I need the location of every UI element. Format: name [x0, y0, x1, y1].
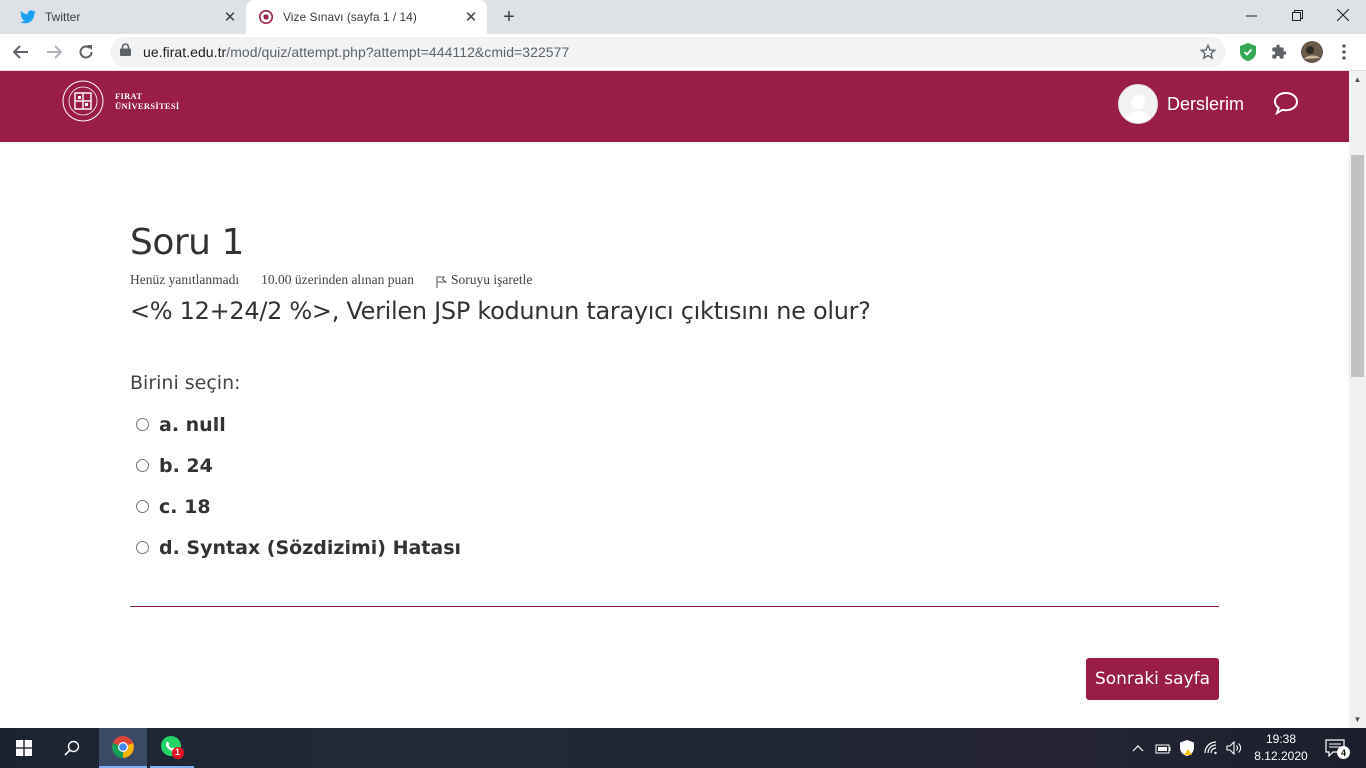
profile-avatar-icon[interactable]	[1300, 40, 1324, 64]
answer-option-c[interactable]: c. 18	[136, 486, 461, 527]
logo-line-2: ÜNİVERSİTESİ	[115, 101, 180, 111]
restore-icon[interactable]	[1274, 0, 1320, 30]
answer-options: a. null b. 24 c. 18 d. Syntax (Sözdizimi…	[136, 404, 461, 568]
flag-icon	[436, 276, 448, 288]
whatsapp-badge: 1	[175, 747, 181, 757]
address-bar[interactable]: ue.firat.edu.tr/mod/quiz/attempt.php?att…	[110, 37, 1226, 67]
flag-question-button[interactable]: Soruyu işaretle	[436, 272, 554, 288]
tab-quiz[interactable]: Vize Sınavı (sayfa 1 / 14) ✕	[246, 0, 487, 34]
close-window-icon[interactable]	[1320, 0, 1366, 30]
site-header: FIRAT ÜNİVERSİTESİ Derslerim	[0, 71, 1349, 142]
answer-label[interactable]: b. 24	[159, 455, 213, 477]
url-host: ue.firat.edu.tr	[143, 44, 227, 60]
tab-title: Twitter	[45, 10, 81, 24]
url-path: /mod/quiz/attempt.php?attempt=444112&cmi…	[226, 44, 570, 60]
university-seal-icon	[62, 80, 104, 122]
clock-date: 8.12.2020	[1254, 749, 1308, 763]
reload-icon[interactable]	[73, 39, 99, 65]
show-hidden-icons-icon[interactable]	[1130, 728, 1146, 768]
answer-label[interactable]: d. Syntax (Sözdizimi) Hatası	[159, 537, 461, 559]
user-menu[interactable]: Derslerim	[1117, 84, 1244, 124]
question-text: <% 12+24/2 %>, Verilen JSP kodunun taray…	[130, 297, 871, 325]
browser-tab-strip: Twitter ✕ Vize Sınavı (sayfa 1 / 14) ✕ +	[0, 0, 1366, 34]
answer-option-d[interactable]: d. Syntax (Sözdizimi) Hatası	[136, 527, 461, 568]
whatsapp-taskbar-icon[interactable]: 1	[150, 728, 194, 768]
twitter-icon	[20, 9, 36, 25]
scrollbar-thumb[interactable]	[1351, 155, 1364, 377]
tab-twitter[interactable]: Twitter ✕	[8, 0, 246, 34]
system-clock[interactable]: 19:38 8.12.2020	[1246, 731, 1316, 765]
menu-kebab-icon[interactable]	[1332, 40, 1356, 64]
quiz-content: Soru 1 Henüz yanıtlanmadı 10.00 üzerinde…	[130, 142, 1219, 728]
bookmark-star-icon[interactable]	[1199, 43, 1217, 65]
wifi-icon[interactable]	[1202, 728, 1222, 768]
radio-button[interactable]	[136, 418, 149, 431]
scroll-down-arrow-icon[interactable]: ▼	[1349, 711, 1366, 728]
my-courses-link[interactable]: Derslerim	[1167, 94, 1244, 115]
chrome-taskbar-icon[interactable]	[99, 728, 147, 768]
minimize-icon[interactable]	[1228, 0, 1274, 30]
answer-label[interactable]: a. null	[159, 414, 226, 436]
notification-count: 4	[1337, 746, 1350, 759]
windows-start-icon[interactable]	[0, 728, 48, 768]
question-status: Henüz yanıtlanmadı	[130, 272, 240, 287]
logo-line-1: FIRAT	[115, 91, 143, 101]
forward-icon[interactable]	[41, 39, 67, 65]
radio-button[interactable]	[136, 500, 149, 513]
chat-bubble-icon[interactable]	[1273, 91, 1299, 116]
windows-taskbar: 1 19:38 8.12.2020 4	[0, 728, 1366, 768]
new-tab-icon[interactable]: +	[498, 6, 520, 28]
question-info: Henüz yanıtlanmadı 10.00 üzerinden alına…	[130, 272, 576, 288]
next-page-button[interactable]: Sonraki sayfa	[1086, 658, 1219, 700]
moodle-icon	[258, 9, 274, 25]
search-icon[interactable]	[48, 728, 96, 768]
university-logo[interactable]: FIRAT ÜNİVERSİTESİ	[61, 79, 180, 123]
clock-time: 19:38	[1265, 732, 1297, 746]
avatar[interactable]	[1117, 84, 1158, 124]
tab-title: Vize Sınavı (sayfa 1 / 14)	[283, 10, 417, 24]
scroll-up-arrow-icon[interactable]: ▲	[1349, 71, 1366, 88]
question-title: Soru 1	[130, 222, 244, 263]
volume-icon[interactable]	[1225, 728, 1243, 768]
answer-prompt: Birini seçin:	[130, 372, 241, 394]
shield-extension-icon[interactable]	[1236, 40, 1260, 64]
divider	[130, 606, 1219, 607]
browser-toolbar: ue.firat.edu.tr/mod/quiz/attempt.php?att…	[0, 34, 1366, 71]
question-grade: 10.00 üzerinden alınan puan	[261, 272, 415, 287]
back-icon[interactable]	[8, 39, 34, 65]
flag-question-label: Soruyu işaretle	[451, 272, 533, 287]
close-icon[interactable]: ✕	[222, 9, 238, 26]
extensions-puzzle-icon[interactable]	[1267, 40, 1291, 64]
answer-option-b[interactable]: b. 24	[136, 445, 461, 486]
battery-icon[interactable]	[1154, 728, 1172, 768]
action-center-icon[interactable]: 4	[1322, 728, 1350, 768]
url-text: ue.firat.edu.tr/mod/quiz/attempt.php?att…	[143, 44, 569, 60]
answer-label[interactable]: c. 18	[159, 496, 211, 518]
lock-icon	[120, 43, 131, 61]
answer-option-a[interactable]: a. null	[136, 404, 461, 445]
radio-button[interactable]	[136, 541, 149, 554]
close-icon[interactable]: ✕	[463, 9, 479, 26]
radio-button[interactable]	[136, 459, 149, 472]
security-shield-icon[interactable]	[1178, 728, 1196, 768]
